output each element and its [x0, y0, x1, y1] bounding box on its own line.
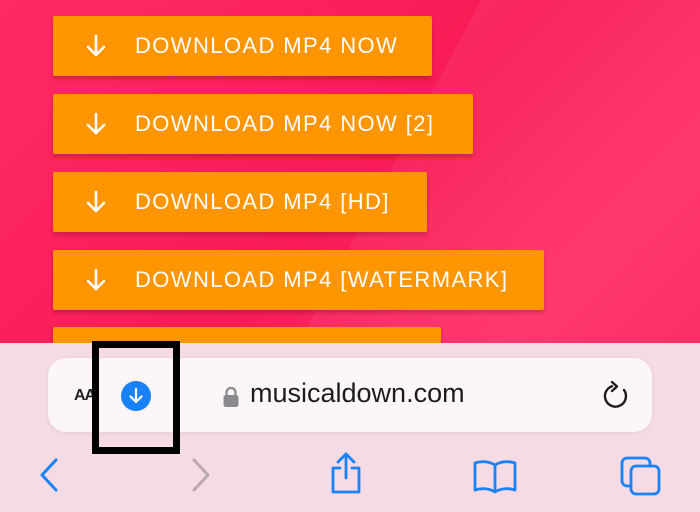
lock-icon: [222, 386, 240, 408]
download-button-label: DOWNLOAD MP4 [HD]: [135, 189, 390, 214]
download-mp4-now-2-button[interactable]: DOWNLOAD MP4 NOW [2]: [53, 94, 473, 154]
reload-icon[interactable]: [600, 378, 632, 412]
tabs-icon[interactable]: [619, 455, 663, 502]
chevron-right-icon[interactable]: [190, 458, 212, 497]
arrow-down-icon: [83, 189, 109, 215]
share-icon[interactable]: [328, 451, 364, 500]
download-mp4-watermark-button[interactable]: DOWNLOAD MP4 [WATERMARK]: [53, 250, 544, 310]
chevron-left-icon[interactable]: [38, 458, 60, 497]
annotation-highlight-box: [92, 341, 180, 454]
url-text[interactable]: musicaldown.com: [250, 378, 465, 409]
arrow-down-icon: [83, 111, 109, 137]
download-button-label: DOWNLOAD MP4 [WATERMARK]: [135, 267, 509, 292]
download-mp4-hd-button[interactable]: DOWNLOAD MP4 [HD]: [53, 172, 427, 232]
book-icon[interactable]: [472, 458, 518, 499]
download-mp4-now-button[interactable]: DOWNLOAD MP4 NOW: [53, 16, 432, 76]
download-button-label: DOWNLOAD MP4 NOW: [135, 33, 399, 58]
arrow-down-icon: [83, 33, 109, 59]
arrow-down-icon: [83, 267, 109, 293]
download-button-label: DOWNLOAD MP4 NOW [2]: [135, 111, 435, 136]
